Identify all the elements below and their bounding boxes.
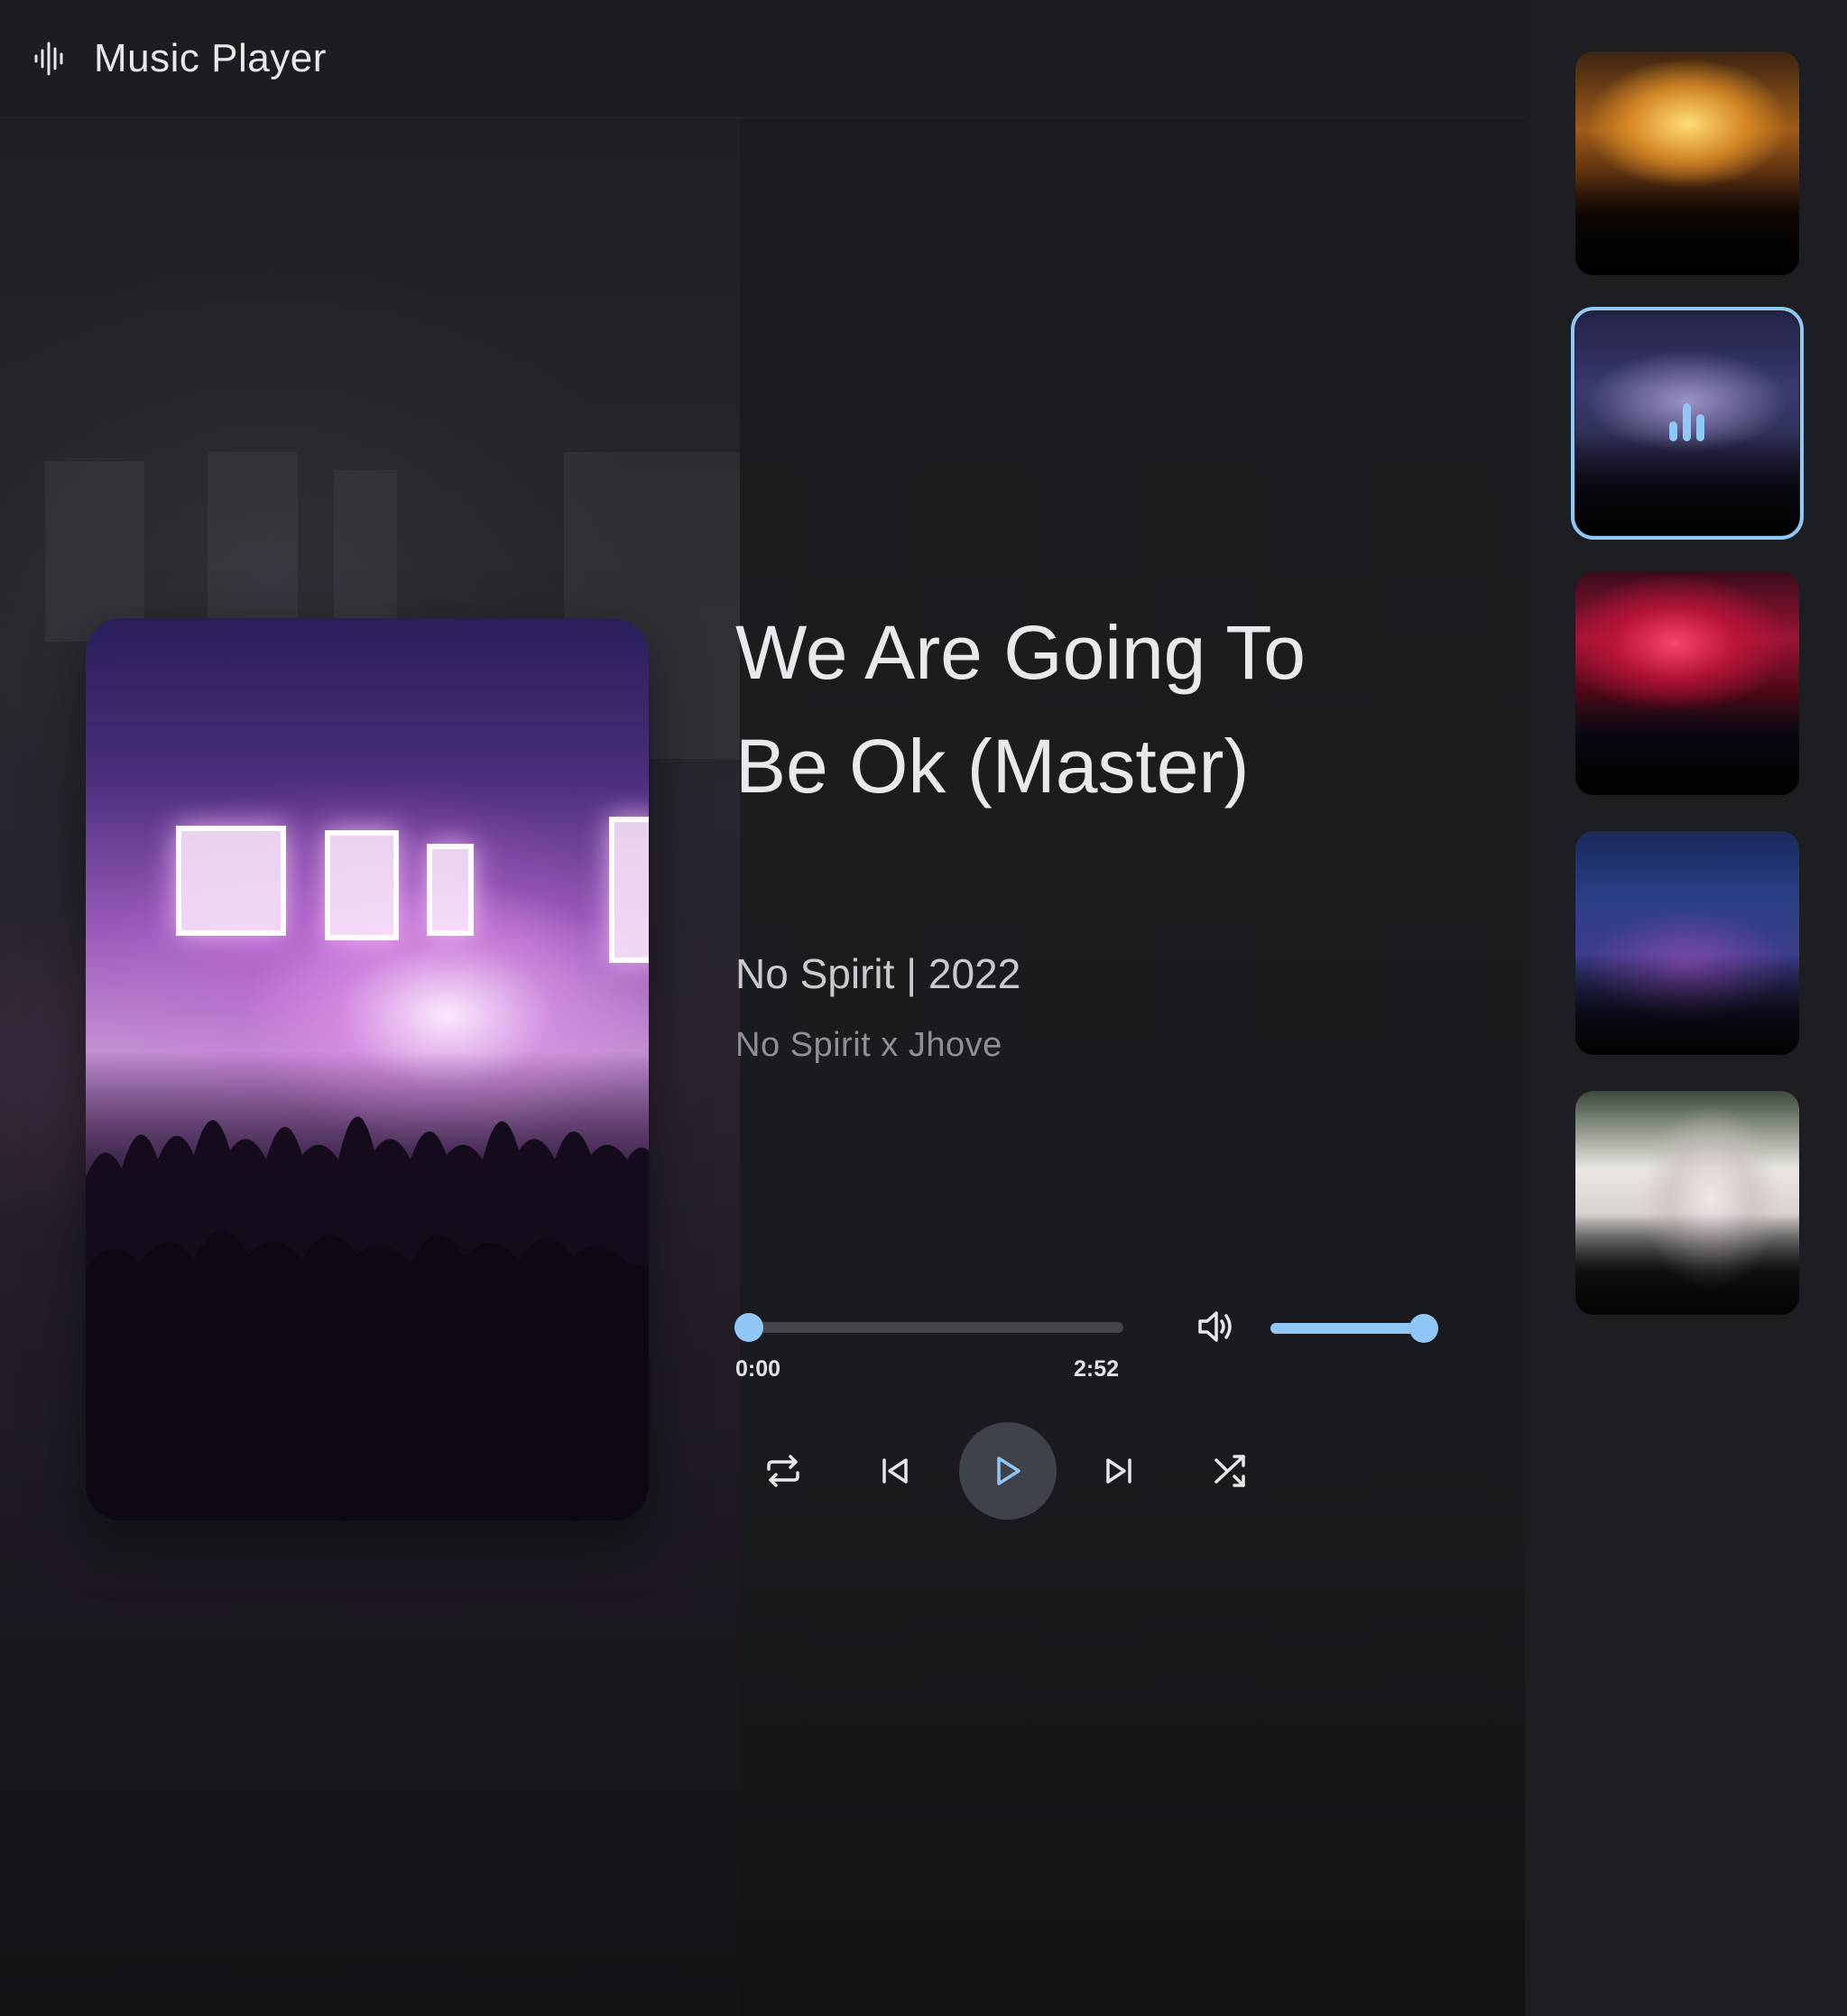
track-title: We Are Going To Be Ok (Master) [735,610,1306,809]
playlist-item[interactable] [1575,571,1799,795]
volume-slider[interactable] [1270,1323,1424,1334]
repeat-icon [767,1455,799,1487]
album-cover [86,618,649,1521]
skip-previous-icon [882,1458,908,1484]
now-playing-area: We Are Going To Be Ok (Master) No Spirit… [0,118,1525,2016]
playlist-item-active[interactable] [1571,307,1804,540]
music-player-app: Music Player We Are Going To Be Ok (Mast… [0,0,1847,2016]
track-meta: No Spirit | 2022 [735,950,1021,997]
previous-button[interactable] [866,1442,924,1500]
progress-thumb[interactable] [734,1313,763,1342]
equalizer-icon [1669,403,1704,441]
volume-fill [1270,1323,1424,1334]
app-title: Music Player [94,36,327,80]
playlist-item[interactable] [1575,1091,1799,1315]
waveform-icon [34,42,63,76]
top-bar: Music Player [0,0,1525,118]
playlist-item[interactable] [1575,51,1799,275]
volume-icon[interactable] [1193,1305,1236,1348]
volume-thumb[interactable] [1409,1314,1438,1343]
play-icon [997,1457,1020,1485]
playlist-sidebar [1525,0,1847,2016]
play-button[interactable] [959,1422,1057,1520]
shuffle-icon [1214,1455,1245,1487]
next-button[interactable] [1090,1442,1148,1500]
repeat-button[interactable] [754,1442,812,1500]
playlist-item[interactable] [1575,831,1799,1055]
progress-slider[interactable] [749,1322,1123,1333]
total-time: 2:52 [1074,1356,1120,1382]
current-time: 0:00 [735,1356,781,1382]
shuffle-button[interactable] [1202,1442,1260,1500]
track-artists: No Spirit x Jhove [735,1026,1002,1064]
skip-next-icon [1106,1458,1131,1484]
